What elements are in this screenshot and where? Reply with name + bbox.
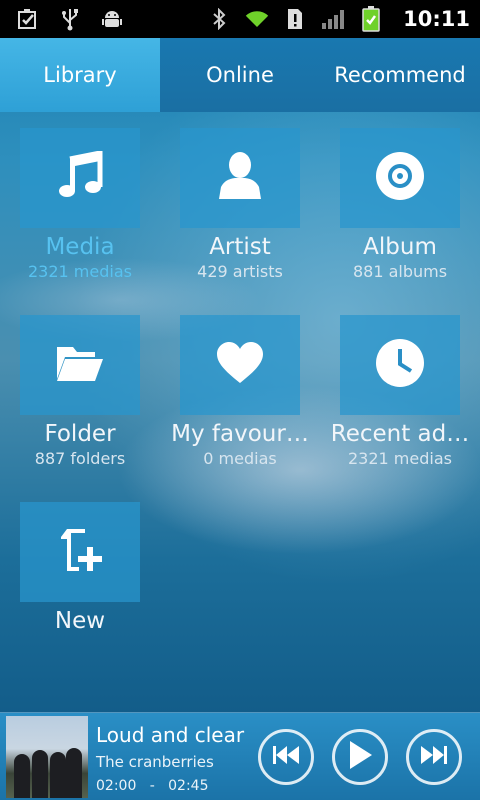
library-item-title: Album bbox=[363, 234, 437, 260]
track-title: Loud and clear bbox=[96, 723, 245, 747]
play-button[interactable] bbox=[332, 729, 388, 785]
tab-bar: Library Online Recommend bbox=[0, 38, 480, 112]
library-item-title: Folder bbox=[44, 421, 116, 447]
bluetooth-icon bbox=[207, 7, 231, 31]
tab-online[interactable]: Online bbox=[160, 38, 320, 112]
music-note-icon bbox=[55, 149, 105, 205]
status-bar: 10:11 bbox=[0, 0, 480, 38]
new-file-icon bbox=[55, 525, 105, 579]
artist-tile[interactable] bbox=[180, 128, 300, 228]
folder-icon bbox=[55, 343, 105, 387]
library-item-title: Media bbox=[45, 234, 115, 260]
track-time: 02:00 - 02:45 bbox=[96, 778, 209, 794]
checklist-icon bbox=[16, 7, 40, 31]
wifi-icon bbox=[245, 7, 269, 31]
time-total: 02:45 bbox=[168, 778, 209, 794]
library-item-title: Recent ad… bbox=[330, 421, 470, 447]
library-item-count: 887 folders bbox=[34, 449, 126, 468]
library-item-title: My favour… bbox=[171, 421, 309, 447]
disc-icon bbox=[375, 151, 425, 205]
tab-recommend[interactable]: Recommend bbox=[320, 38, 480, 112]
new-tile[interactable] bbox=[20, 502, 140, 602]
tab-library[interactable]: Library bbox=[0, 38, 160, 112]
library-item-new[interactable]: New bbox=[0, 486, 160, 634]
library-item-folder[interactable]: Folder 887 folders bbox=[0, 299, 160, 468]
library-item-artist[interactable]: Artist 429 artists bbox=[160, 112, 320, 281]
library-item-count: 429 artists bbox=[197, 262, 283, 281]
person-icon bbox=[217, 151, 263, 205]
library-item-album[interactable]: Album 881 albums bbox=[320, 112, 480, 281]
clock-icon bbox=[375, 338, 425, 392]
track-artist: The cranberries bbox=[96, 753, 214, 771]
favourites-tile[interactable] bbox=[180, 315, 300, 415]
library-item-favourites[interactable]: My favour… 0 medias bbox=[160, 299, 320, 468]
album-art[interactable] bbox=[6, 716, 88, 798]
signal-icon bbox=[321, 7, 345, 31]
android-debug-icon bbox=[100, 7, 124, 31]
now-playing-bar[interactable]: Loud and clear The cranberries 02:00 - 0… bbox=[0, 712, 480, 800]
library-item-media[interactable]: Media 2321 medias bbox=[0, 112, 160, 281]
alert-icon bbox=[283, 7, 307, 31]
next-button[interactable] bbox=[406, 729, 462, 785]
media-tile[interactable] bbox=[20, 128, 140, 228]
previous-button[interactable] bbox=[258, 729, 314, 785]
library-item-count: 0 medias bbox=[203, 449, 277, 468]
library-item-recent[interactable]: Recent ad… 2321 medias bbox=[320, 299, 480, 468]
play-icon bbox=[347, 740, 373, 774]
recent-tile[interactable] bbox=[340, 315, 460, 415]
library-item-title: Artist bbox=[209, 234, 271, 260]
usb-icon bbox=[58, 7, 82, 31]
time-separator: - bbox=[149, 778, 155, 794]
clock-time: 10:11 bbox=[403, 7, 470, 31]
time-current: 02:00 bbox=[96, 778, 137, 794]
library-item-count: 881 albums bbox=[352, 262, 448, 281]
library-item-title: New bbox=[54, 608, 106, 634]
folder-tile[interactable] bbox=[20, 315, 140, 415]
library-item-count: 2321 medias bbox=[28, 262, 132, 281]
library-item-count: 2321 medias bbox=[348, 449, 452, 468]
next-icon bbox=[420, 745, 448, 769]
album-tile[interactable] bbox=[340, 128, 460, 228]
heart-icon bbox=[215, 341, 265, 389]
battery-charging-icon bbox=[359, 6, 383, 32]
previous-icon bbox=[272, 745, 300, 769]
